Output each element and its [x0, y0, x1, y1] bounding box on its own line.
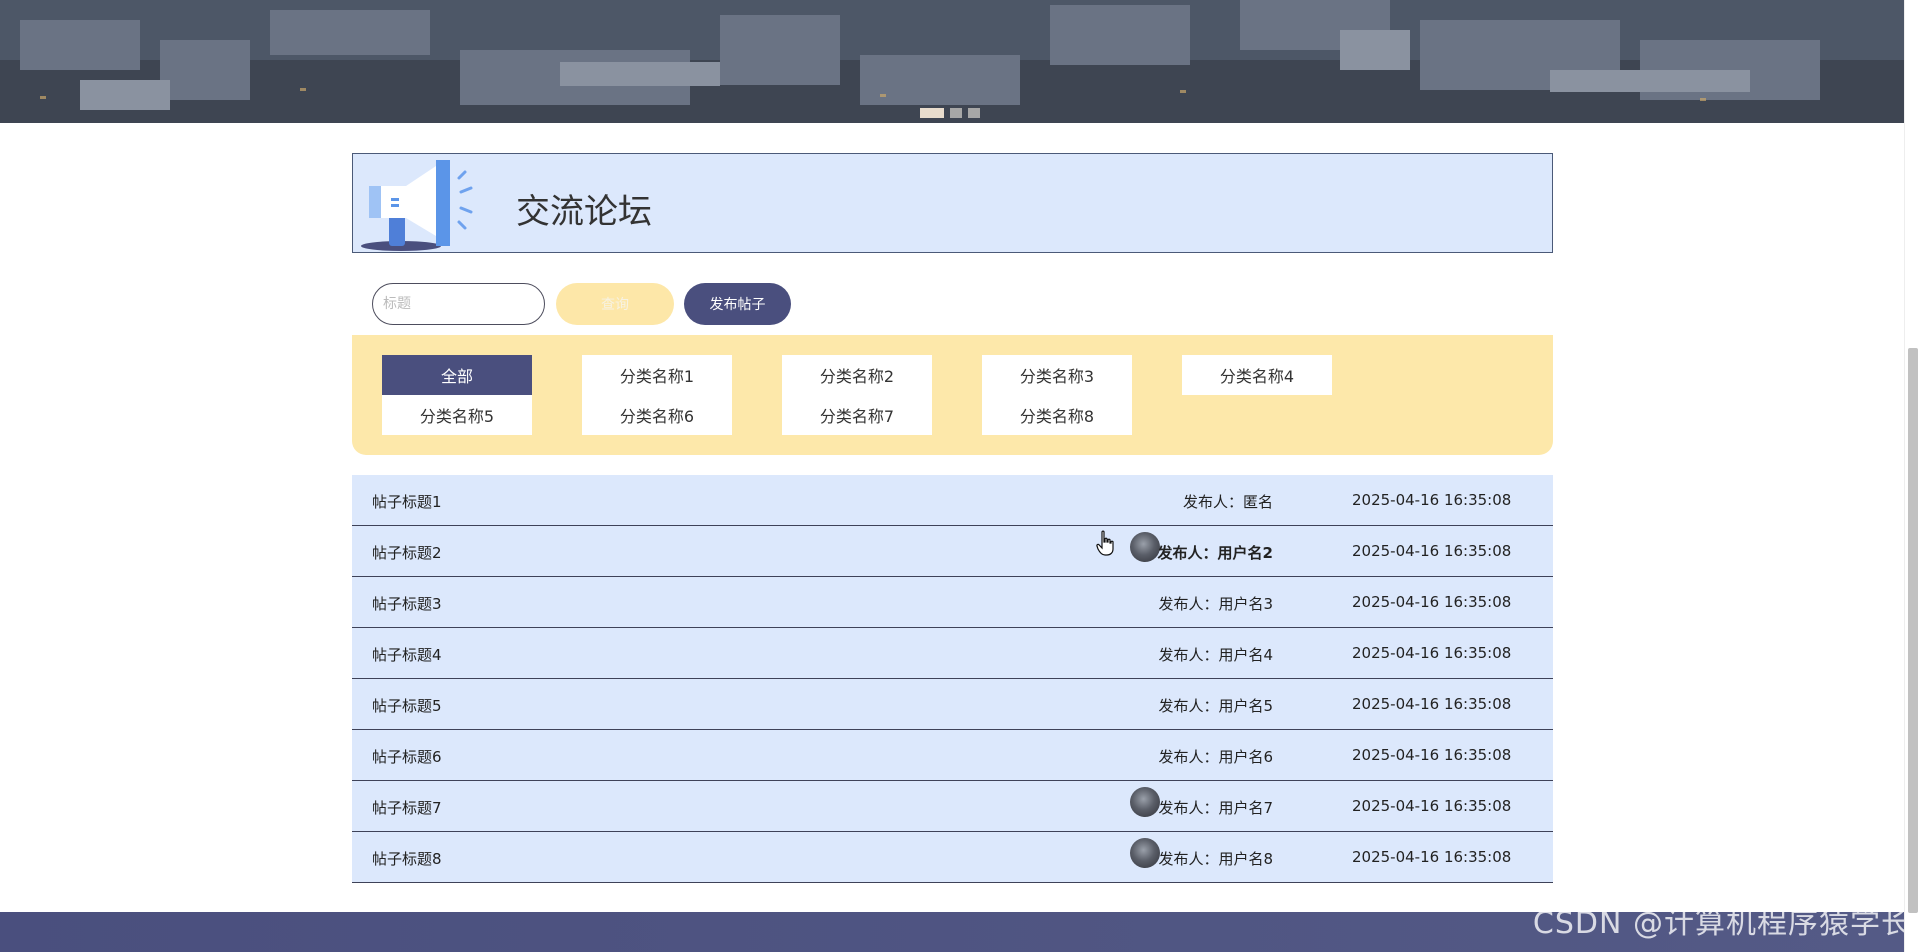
vertical-scrollbar[interactable] [1904, 0, 1920, 952]
hero-banner [0, 0, 1904, 123]
post-author: 发布人：用户名4 [1158, 646, 1273, 664]
carousel-dot[interactable] [920, 108, 944, 118]
search-input[interactable] [372, 283, 545, 325]
avatar [1130, 838, 1160, 868]
post-title[interactable]: 帖子标题3 [372, 593, 442, 614]
post-row[interactable]: 帖子标题5 发布人：用户名5 2025-04-16 16:35:08 [352, 679, 1553, 730]
post-row[interactable]: 帖子标题3 发布人：用户名3 2025-04-16 16:35:08 [352, 577, 1553, 628]
category-item[interactable]: 分类名称4 [1182, 355, 1332, 395]
post-row[interactable]: 帖子标题1 发布人：匿名 2025-04-16 16:35:08 [352, 475, 1553, 526]
post-row[interactable]: 帖子标题8 发布人：用户名8 2025-04-16 16:35:08 [352, 832, 1553, 883]
category-panel: 全部 分类名称1 分类名称2 分类名称3 分类名称4 分类名称5 分类名称6 分… [352, 335, 1553, 455]
post-row[interactable]: 帖子标题4 发布人：用户名4 2025-04-16 16:35:08 [352, 628, 1553, 679]
carousel-dot[interactable] [950, 108, 962, 118]
post-title[interactable]: 帖子标题5 [372, 695, 442, 716]
post-time: 2025-04-16 16:35:08 [1352, 491, 1512, 509]
category-all[interactable]: 全部 [382, 355, 532, 395]
category-item[interactable]: 分类名称7 [782, 395, 932, 435]
post-time: 2025-04-16 16:35:08 [1352, 848, 1512, 866]
post-author: 发布人：匿名 [1182, 493, 1273, 511]
scrollbar-thumb[interactable] [1908, 348, 1918, 913]
page-title: 交流论坛 [516, 192, 652, 232]
carousel-indicators [920, 108, 980, 118]
search-button[interactable]: 查询 [556, 283, 674, 325]
post-author: 发布人：用户名8 [1158, 850, 1273, 868]
post-title[interactable]: 帖子标题2 [372, 542, 442, 563]
avatar [1130, 532, 1160, 562]
post-author: 发布人：用户名7 [1158, 799, 1273, 817]
city-skyline-image [0, 0, 1904, 123]
avatar [1130, 787, 1160, 817]
post-time: 2025-04-16 16:35:08 [1352, 797, 1512, 815]
post-time: 2025-04-16 16:35:08 [1352, 695, 1512, 713]
post-author: 发布人：用户名3 [1158, 595, 1273, 613]
watermark: CSDN @计算机程序猿学长 [1532, 906, 1912, 941]
post-author: 发布人：用户名5 [1158, 697, 1273, 715]
forum-header: 交流论坛 [352, 153, 1553, 253]
post-row[interactable]: 帖子标题7 发布人：用户名7 2025-04-16 16:35:08 [352, 781, 1553, 832]
post-title[interactable]: 帖子标题4 [372, 644, 442, 665]
post-title[interactable]: 帖子标题6 [372, 746, 442, 767]
category-item[interactable]: 分类名称1 [582, 355, 732, 395]
post-title[interactable]: 帖子标题8 [372, 848, 442, 869]
hand-pointer-icon [1096, 530, 1114, 556]
carousel-dot[interactable] [968, 108, 980, 118]
post-time: 2025-04-16 16:35:08 [1352, 644, 1512, 662]
post-author: 发布人：用户名2 [1157, 544, 1273, 562]
post-title[interactable]: 帖子标题1 [372, 491, 442, 512]
category-item[interactable]: 分类名称2 [782, 355, 932, 395]
post-time: 2025-04-16 16:35:08 [1352, 746, 1512, 764]
megaphone-icon [361, 160, 473, 251]
category-item[interactable]: 分类名称3 [982, 355, 1132, 395]
post-author: 发布人：用户名6 [1158, 748, 1273, 766]
post-title[interactable]: 帖子标题7 [372, 797, 442, 818]
post-row[interactable]: 帖子标题6 发布人：用户名6 2025-04-16 16:35:08 [352, 730, 1553, 781]
post-row[interactable]: 帖子标题2 发布人：用户名2 2025-04-16 16:35:08 [352, 526, 1553, 577]
category-item[interactable]: 分类名称8 [982, 395, 1132, 435]
category-item[interactable]: 分类名称5 [382, 395, 532, 435]
post-time: 2025-04-16 16:35:08 [1352, 593, 1512, 611]
category-item[interactable]: 分类名称6 [582, 395, 732, 435]
post-list: 帖子标题1 发布人：匿名 2025-04-16 16:35:08 帖子标题2 发… [352, 475, 1553, 883]
publish-post-button[interactable]: 发布帖子 [684, 283, 791, 325]
post-time: 2025-04-16 16:35:08 [1352, 542, 1512, 560]
